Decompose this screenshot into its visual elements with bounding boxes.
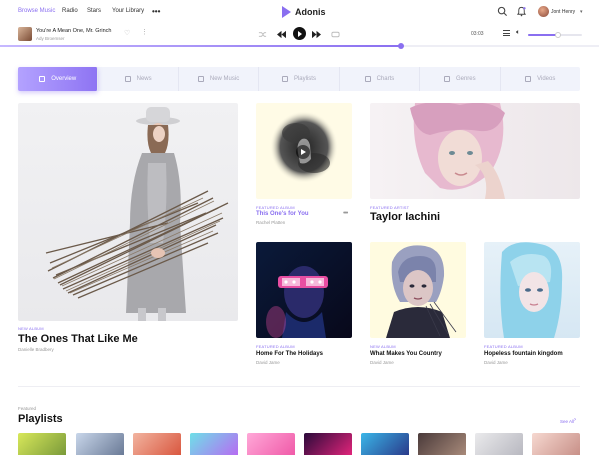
small-card-3-kicker: FEATURED ALBUM bbox=[484, 344, 523, 349]
playlist-thumb-6[interactable] bbox=[304, 433, 352, 455]
nav-stars[interactable]: Stars bbox=[87, 8, 101, 14]
previous-icon[interactable] bbox=[277, 30, 286, 39]
search-icon[interactable] bbox=[497, 6, 508, 17]
tab-label: Overview bbox=[51, 76, 77, 82]
album-cover-home-for-the-holidays[interactable] bbox=[256, 242, 352, 338]
tab-genres[interactable]: Genres bbox=[420, 67, 501, 91]
small-card-1-kicker: FEATURED ALBUM bbox=[256, 344, 295, 349]
album-cover-hopeless-fountain-kingdom[interactable] bbox=[484, 242, 580, 338]
tab-news-icon bbox=[124, 76, 131, 82]
shuffle-icon[interactable] bbox=[258, 30, 267, 39]
see-all-link[interactable]: See All bbox=[560, 419, 574, 424]
queue-icon[interactable] bbox=[503, 30, 510, 36]
playlist-thumb-9[interactable] bbox=[475, 433, 523, 455]
next-icon[interactable] bbox=[312, 30, 321, 39]
tab-overview[interactable]: Overview bbox=[18, 67, 99, 91]
small-card-3-artist[interactable]: David Jame bbox=[484, 360, 508, 365]
nav-radio[interactable]: Radio bbox=[62, 8, 78, 14]
section-divider bbox=[18, 386, 580, 387]
play-overlay-icon[interactable] bbox=[296, 145, 310, 159]
tab-charts-icon bbox=[364, 76, 371, 82]
playlists-kicker: Featured bbox=[18, 406, 37, 411]
tab-label: News bbox=[136, 76, 152, 82]
tab-playlists-icon bbox=[281, 76, 288, 82]
tab-charts[interactable]: Charts bbox=[340, 67, 421, 91]
user-avatar[interactable] bbox=[538, 6, 549, 17]
track-progress-fill bbox=[0, 45, 402, 47]
tab-new-music-icon bbox=[197, 76, 204, 82]
tab-label: Playlists bbox=[293, 76, 316, 82]
volume-level bbox=[528, 34, 558, 36]
kebab-icon[interactable]: ⋮ bbox=[141, 28, 148, 36]
brand-logo[interactable]: Adonis bbox=[282, 5, 326, 19]
now-playing-title[interactable]: You're A Mean One, Mr. Grinch bbox=[36, 28, 111, 34]
album-cover-what-makes-you-country[interactable] bbox=[370, 242, 466, 338]
playlist-thumb-5[interactable] bbox=[247, 433, 295, 455]
track-progress-bar[interactable] bbox=[0, 43, 599, 49]
top-navigation: Browse Music Radio Stars Your Library ••… bbox=[0, 0, 599, 24]
playlist-thumb-10[interactable] bbox=[532, 433, 580, 455]
tab-videos[interactable]: Videos bbox=[501, 67, 580, 91]
heart-icon[interactable]: ♡ bbox=[124, 29, 130, 37]
small-card-2-title[interactable]: What Makes You Country bbox=[370, 351, 442, 357]
user-name[interactable]: Jont Henry bbox=[551, 9, 575, 15]
tab-videos-icon bbox=[525, 76, 532, 82]
featured-album-cover[interactable] bbox=[256, 103, 352, 199]
playlists-heading: Playlists bbox=[18, 413, 63, 425]
player-bar: You're A Mean One, Mr. Grinch Ady Broems… bbox=[0, 24, 599, 46]
track-progress-handle[interactable] bbox=[398, 43, 405, 49]
nav-browse-music[interactable]: Browse Music bbox=[18, 8, 55, 14]
featured-album-kicker: FEATURED ALBUM bbox=[256, 205, 295, 210]
featured-main-kicker: NEW ALBUM bbox=[18, 326, 44, 331]
featured-artist-photo[interactable] bbox=[370, 103, 580, 199]
nav-your-library[interactable]: Your Library bbox=[112, 8, 144, 14]
playlist-thumb-8[interactable] bbox=[418, 433, 466, 455]
playlist-thumb-1[interactable] bbox=[18, 433, 66, 455]
tab-genres-icon bbox=[443, 76, 450, 82]
featured-artist-kicker: FEATURED ARTIST bbox=[370, 205, 410, 210]
playlist-thumb-4[interactable] bbox=[190, 433, 238, 455]
chevron-down-icon[interactable]: ▾ bbox=[580, 9, 583, 15]
category-tabs: Overview News New Music Playlists Charts Genr… bbox=[18, 67, 580, 91]
playlist-thumb-2[interactable] bbox=[76, 433, 124, 455]
small-card-2-artist[interactable]: David Jame bbox=[370, 360, 394, 365]
now-playing-cover[interactable] bbox=[18, 27, 32, 41]
tab-label: New Music bbox=[209, 76, 240, 82]
volume-handle[interactable] bbox=[554, 32, 561, 38]
tab-label: Genres bbox=[455, 76, 476, 82]
featured-main-title[interactable]: The Ones That Like Me bbox=[18, 333, 138, 345]
adonis-logo-icon bbox=[282, 6, 291, 18]
play-button[interactable] bbox=[293, 27, 306, 40]
tab-label: Charts bbox=[376, 76, 395, 82]
small-card-3-title[interactable]: Hopeless fountain kingdom bbox=[484, 351, 563, 357]
tab-label: Videos bbox=[537, 76, 556, 82]
now-playing-artist[interactable]: Ady Broemser bbox=[36, 36, 65, 41]
brand-name: Adonis bbox=[295, 7, 326, 17]
featured-main-cover[interactable] bbox=[18, 103, 238, 321]
playlist-thumb-3[interactable] bbox=[133, 433, 181, 455]
tab-playlists[interactable]: Playlists bbox=[259, 67, 340, 91]
featured-main-artist[interactable]: Danielle Bradbery bbox=[18, 347, 54, 352]
more-options-icon[interactable]: ••• bbox=[343, 210, 348, 217]
notification-bell-icon[interactable] bbox=[516, 6, 527, 17]
small-card-2-kicker: NEW ALBUM bbox=[370, 344, 396, 349]
tab-overview-icon bbox=[39, 76, 46, 82]
track-time: 03:03 bbox=[471, 31, 484, 37]
repeat-icon[interactable] bbox=[331, 30, 340, 39]
small-card-1-title[interactable]: Home For The Holidays bbox=[256, 351, 323, 357]
featured-album-title[interactable]: This One's for You bbox=[256, 211, 309, 217]
featured-album-artist[interactable]: Rachel Platten bbox=[256, 220, 285, 225]
more-menu-icon[interactable]: ••• bbox=[152, 7, 160, 16]
featured-artist-name[interactable]: Taylor Iachini bbox=[370, 211, 440, 223]
volume-icon[interactable]: 🔈︎ bbox=[516, 29, 520, 37]
playlist-thumb-7[interactable] bbox=[361, 433, 409, 455]
chevron-right-icon[interactable]: › bbox=[574, 417, 576, 423]
small-card-1-artist[interactable]: David Jame bbox=[256, 360, 280, 365]
volume-slider[interactable] bbox=[528, 32, 582, 38]
tab-new-music[interactable]: New Music bbox=[179, 67, 260, 91]
tab-news[interactable]: News bbox=[98, 67, 179, 91]
